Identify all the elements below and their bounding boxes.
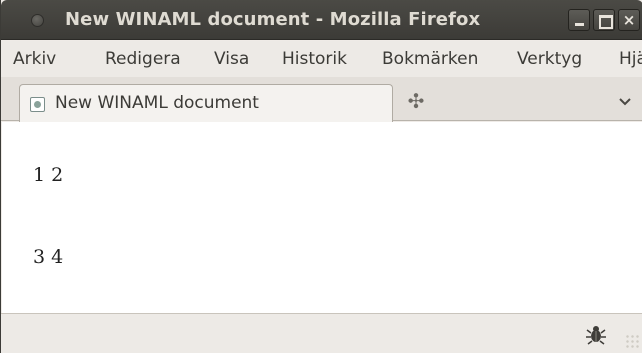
page-content: 1 2 3 4 <box>2 122 642 313</box>
chevron-down-icon <box>619 98 631 106</box>
tab-new-winaml-document[interactable]: New WINAML document <box>19 84 393 122</box>
browser-window: New WINAML document - Mozilla Firefox × … <box>0 0 642 353</box>
menu-verktyg[interactable]: Verktyg <box>517 49 582 69</box>
close-icon: × <box>622 11 636 29</box>
menu-hjalp[interactable]: Hjä <box>619 49 642 69</box>
list-all-tabs-button[interactable] <box>613 87 637 115</box>
tab-strip: New WINAML document ✣ <box>1 77 642 122</box>
menu-historik[interactable]: Historik <box>282 49 347 69</box>
menu-bokmarken[interactable]: Bokmärken <box>382 49 478 69</box>
content-row: 3 4 <box>33 246 64 268</box>
minimize-icon <box>569 10 589 30</box>
page-icon <box>30 97 45 112</box>
status-bar <box>1 313 642 353</box>
bug-icon[interactable] <box>585 323 607 345</box>
close-button[interactable]: × <box>618 9 640 31</box>
menu-arkiv[interactable]: Arkiv <box>13 49 56 69</box>
new-tab-button[interactable]: ✣ <box>401 87 431 117</box>
resize-grip[interactable] <box>625 334 639 348</box>
menu-redigera[interactable]: Redigera <box>105 49 181 69</box>
content-row: 1 2 <box>33 164 64 186</box>
tab-label: New WINAML document <box>55 93 259 113</box>
window-menu-icon[interactable] <box>31 14 44 27</box>
window-title: New WINAML document - Mozilla Firefox <box>65 9 481 30</box>
title-bar[interactable]: New WINAML document - Mozilla Firefox × <box>1 0 642 40</box>
maximize-icon <box>594 10 614 30</box>
menu-visa[interactable]: Visa <box>214 49 249 69</box>
minimize-button[interactable] <box>568 9 590 31</box>
menu-bar: Arkiv Redigera Visa Historik Bokmärken V… <box>1 41 642 77</box>
maximize-button[interactable] <box>593 9 615 31</box>
